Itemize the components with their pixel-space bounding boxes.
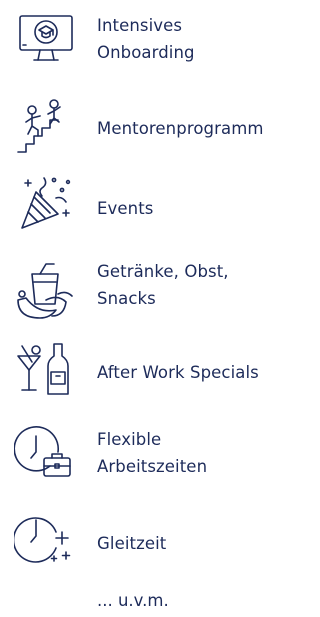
mentoring-stairs-icon xyxy=(14,96,78,160)
benefit-label: Events xyxy=(97,199,154,218)
benefit-label: Flexible Arbeitszeiten xyxy=(97,430,208,476)
party-popper-icon xyxy=(14,170,78,234)
cocktail-bottle-icon xyxy=(14,340,78,404)
drinks-fruit-icon xyxy=(14,260,78,324)
clock-plus-icon xyxy=(14,510,78,574)
benefit-label: Getränke, Obst, Snacks xyxy=(97,262,229,308)
clock-briefcase-icon xyxy=(14,426,78,490)
benefit-label: Gleitzeit xyxy=(97,534,167,553)
benefit-label: Intensives Onboarding xyxy=(97,16,195,62)
more-text: ... u.v.m. xyxy=(97,591,169,610)
benefit-label: After Work Specials xyxy=(97,363,259,382)
benefit-label: Mentorenprogramm xyxy=(97,119,264,138)
onboarding-monitor-icon xyxy=(14,10,78,74)
